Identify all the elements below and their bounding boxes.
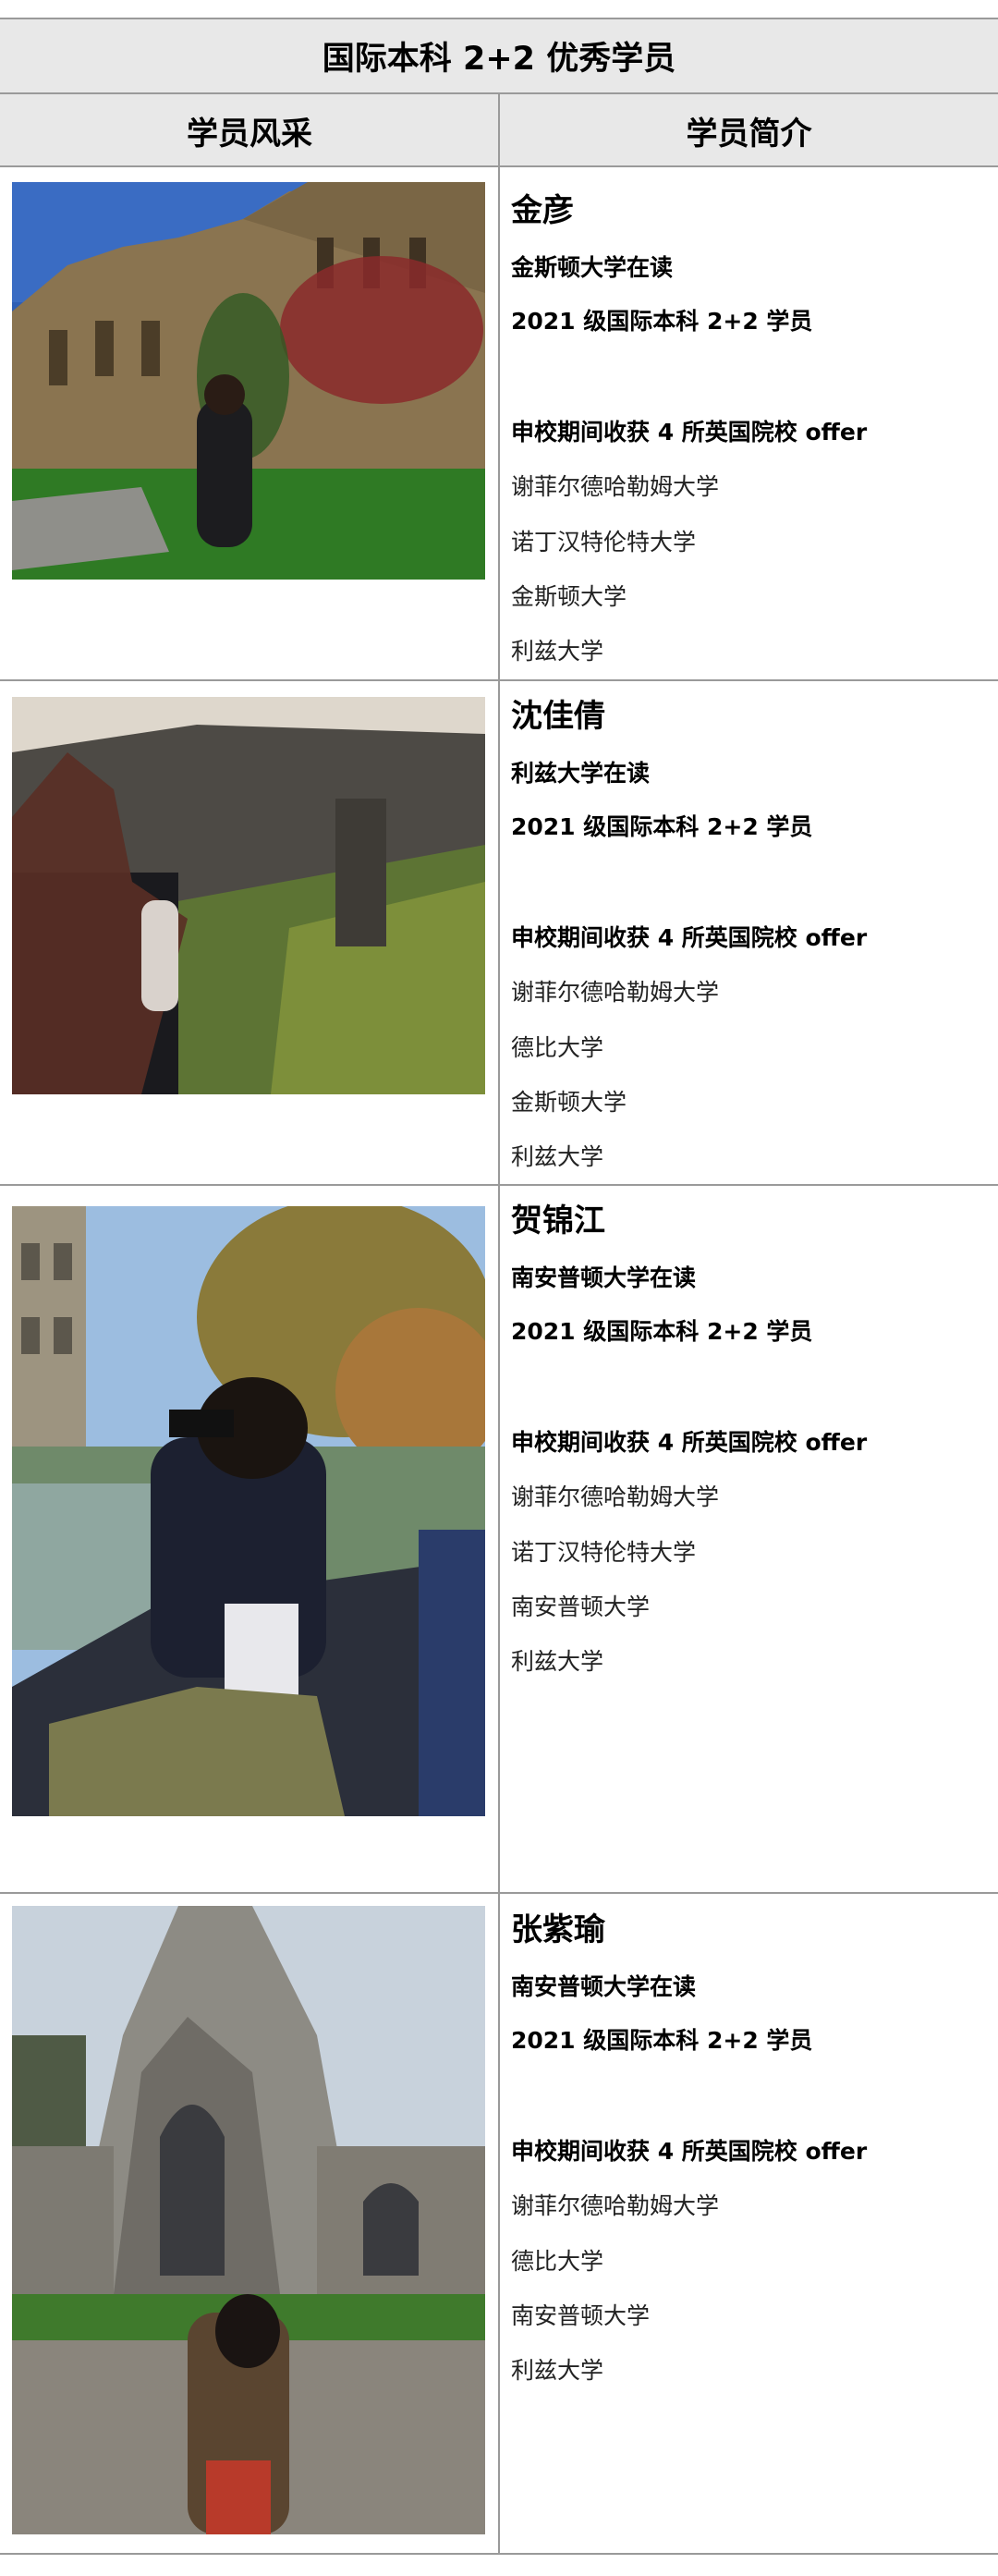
student-table: 国际本科 2+2 优秀学员 学员风采 学员简介 金彦 金斯顿大学在读 2021 … — [0, 0, 998, 2576]
offer-item: 谢菲尔德哈勒姆大学 — [511, 1483, 720, 1510]
student-cohort: 2021 级国际本科 2+2 学员 — [511, 813, 813, 840]
offer-item: 诺丁汉特伦特大学 — [511, 529, 697, 555]
offer-item: 德比大学 — [511, 1034, 604, 1061]
student-cohort: 2021 级国际本科 2+2 学员 — [511, 1318, 813, 1345]
student-cohort: 2021 级国际本科 2+2 学员 — [511, 308, 813, 335]
student-photo-3 — [12, 1206, 485, 1816]
offers-heading: 申校期间收获 4 所英国院校 offer — [511, 2138, 868, 2165]
offer-item: 金斯顿大学 — [511, 1089, 627, 1116]
column-header-photos: 学员风采 — [187, 115, 312, 153]
offer-item: 利兹大学 — [511, 638, 604, 665]
student-photo-2 — [12, 697, 485, 1094]
offer-item: 利兹大学 — [511, 1143, 604, 1170]
offer-item: 诺丁汉特伦特大学 — [511, 1539, 697, 1566]
student-name: 贺锦江 — [511, 1203, 605, 1239]
offer-item: 南安普顿大学 — [511, 1593, 651, 1620]
offers-heading: 申校期间收获 4 所英国院校 offer — [511, 419, 868, 446]
offer-item: 谢菲尔德哈勒姆大学 — [511, 473, 720, 500]
column-divider — [498, 92, 500, 2555]
student-name: 沈佳倩 — [511, 698, 605, 735]
offer-item: 德比大学 — [511, 2248, 604, 2275]
offer-item: 南安普顿大学 — [511, 2302, 651, 2329]
table-title: 国际本科 2+2 优秀学员 — [322, 40, 676, 78]
offer-item: 金斯顿大学 — [511, 583, 627, 610]
student-photo-1 — [12, 182, 485, 580]
offers-heading: 申校期间收获 4 所英国院校 offer — [511, 924, 868, 951]
offer-item: 谢菲尔德哈勒姆大学 — [511, 2192, 720, 2219]
offer-item: 利兹大学 — [511, 2357, 604, 2384]
student-name: 金彦 — [511, 192, 574, 229]
student-status: 金斯顿大学在读 — [511, 254, 674, 281]
offer-item: 谢菲尔德哈勒姆大学 — [511, 979, 720, 1006]
offer-item: 利兹大学 — [511, 1648, 604, 1675]
student-name: 张紫瑜 — [511, 1911, 605, 1948]
rule-top — [0, 18, 998, 19]
offers-heading: 申校期间收获 4 所英国院校 offer — [511, 1429, 868, 1456]
student-photo-4 — [12, 1906, 485, 2534]
column-header-profile: 学员简介 — [686, 115, 812, 153]
student-status: 利兹大学在读 — [511, 760, 651, 787]
student-status: 南安普顿大学在读 — [511, 1973, 697, 2000]
student-cohort: 2021 级国际本科 2+2 学员 — [511, 2027, 813, 2054]
student-status: 南安普顿大学在读 — [511, 1264, 697, 1291]
